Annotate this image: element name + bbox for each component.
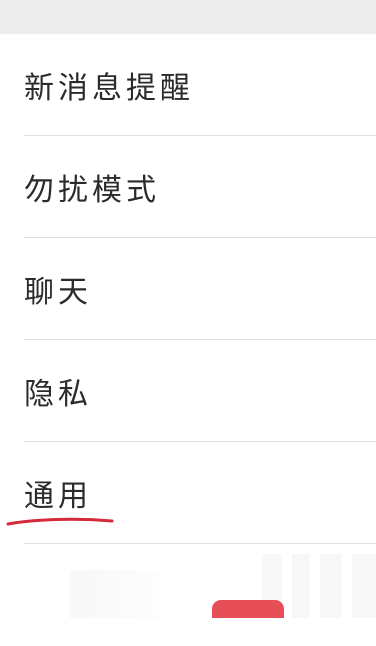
top-bar xyxy=(0,0,376,34)
settings-item-do-not-disturb[interactable]: 勿扰模式 xyxy=(0,136,376,238)
annotation-highlight xyxy=(212,600,284,618)
annotation-underline xyxy=(6,517,114,526)
settings-item-new-message-notification[interactable]: 新消息提醒 xyxy=(0,34,376,136)
settings-item-general[interactable]: 通用 xyxy=(0,442,376,544)
settings-item-label: 通用 xyxy=(24,479,92,514)
settings-item-chat[interactable]: 聊天 xyxy=(0,238,376,340)
settings-item-label: 勿扰模式 xyxy=(24,173,160,208)
settings-item-label: 新消息提醒 xyxy=(24,71,194,106)
settings-item-privacy[interactable]: 隐私 xyxy=(0,340,376,442)
settings-item-label: 聊天 xyxy=(24,275,92,310)
settings-item-label: 隐私 xyxy=(24,377,92,412)
watermark xyxy=(70,570,160,618)
settings-list: 新消息提醒 勿扰模式 聊天 隐私 通用 xyxy=(0,34,376,618)
